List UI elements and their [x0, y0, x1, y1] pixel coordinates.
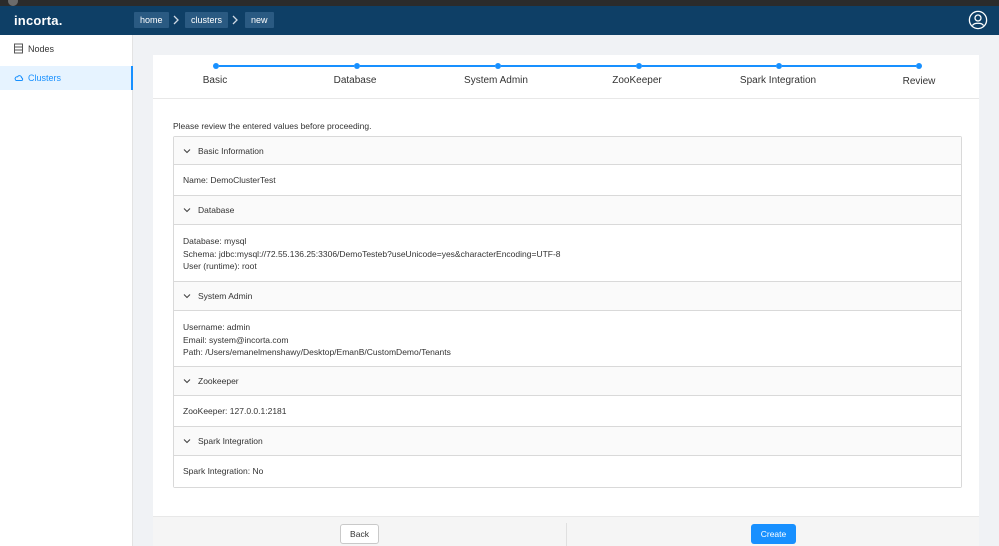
sidebar: Nodes Clusters [0, 35, 133, 546]
section-body-system-admin: Username: admin Email: system@incorta.co… [174, 311, 961, 367]
step-dot [916, 63, 922, 69]
wizard-footer: Back Create [153, 516, 979, 546]
step-spark-integration[interactable]: Spark Integration [718, 75, 838, 86]
step-connector [782, 65, 916, 67]
wizard-steps: Basic Database System Admin ZooKeeper Sp… [153, 55, 979, 99]
step-database[interactable]: Database [295, 75, 415, 86]
step-dot [213, 63, 219, 69]
review-instructions: Please review the entered values before … [173, 121, 372, 131]
chevron-down-icon [183, 439, 191, 444]
review-value-database: Database: mysql [183, 236, 247, 246]
cluster-wizard-panel: Basic Database System Admin ZooKeeper Sp… [153, 55, 979, 546]
section-body-zookeeper: ZooKeeper: 127.0.0.1:2181 [174, 396, 961, 427]
create-button[interactable]: Create [751, 524, 796, 544]
section-header-zookeeper[interactable]: Zookeeper [174, 367, 961, 396]
review-value-spark-integration: Spark Integration: No [183, 466, 264, 476]
sidebar-item-nodes[interactable]: Nodes [0, 37, 133, 61]
section-title: Database [198, 205, 235, 215]
chevron-right-icon [232, 15, 238, 25]
review-value-path: Path: /Users/emanelmenshawy/Desktop/Eman… [183, 347, 451, 357]
cloud-icon [14, 75, 24, 81]
sidebar-item-clusters[interactable]: Clusters [0, 66, 133, 90]
user-avatar-icon[interactable] [968, 10, 988, 30]
section-header-database[interactable]: Database [174, 196, 961, 225]
step-basic[interactable]: Basic [155, 75, 275, 86]
breadcrumb-clusters[interactable]: clusters [185, 12, 229, 28]
section-header-spark-integration[interactable]: Spark Integration [174, 427, 961, 456]
review-value-email: Email: system@incorta.com [183, 334, 289, 345]
chevron-down-icon [183, 379, 191, 384]
sidebar-item-label: Clusters [28, 73, 62, 83]
section-body-spark-integration: Spark Integration: No [174, 456, 961, 487]
chevron-right-icon [173, 15, 179, 25]
chevron-down-icon [183, 208, 191, 213]
section-body-basic-information: Name: DemoClusterTest [174, 165, 961, 196]
server-icon [14, 43, 23, 54]
sidebar-item-label: Nodes [28, 44, 55, 54]
step-dot [776, 63, 782, 69]
breadcrumb-new[interactable]: new [245, 12, 274, 28]
section-title: Zookeeper [198, 376, 239, 386]
step-zookeeper[interactable]: ZooKeeper [577, 75, 697, 86]
section-title: Spark Integration [198, 436, 263, 446]
step-connector [219, 65, 354, 67]
step-connector [360, 65, 495, 67]
app-header: incorta. home clusters new [0, 6, 999, 35]
section-header-basic-information[interactable]: Basic Information [174, 137, 961, 165]
footer-divider [566, 523, 567, 546]
chevron-down-icon [183, 148, 191, 153]
section-title: Basic Information [198, 146, 264, 156]
breadcrumb-home[interactable]: home [134, 12, 169, 28]
incorta-logo[interactable]: incorta. [14, 13, 63, 28]
step-dot [636, 63, 642, 69]
step-dot [354, 63, 360, 69]
chevron-down-icon [183, 294, 191, 299]
step-dot [495, 63, 501, 69]
review-collapse: Basic Information Name: DemoClusterTest … [173, 136, 962, 488]
step-connector [501, 65, 636, 67]
review-value-username: Username: admin [183, 322, 251, 332]
section-title: System Admin [198, 291, 253, 301]
review-value-zookeeper: ZooKeeper: 127.0.0.1:2181 [183, 406, 287, 416]
step-system-admin[interactable]: System Admin [436, 75, 556, 86]
review-value-user: User (runtime): root [183, 261, 257, 271]
section-header-system-admin[interactable]: System Admin [174, 282, 961, 311]
back-button[interactable]: Back [340, 524, 379, 544]
step-connector [642, 65, 776, 67]
step-review[interactable]: Review [859, 76, 979, 87]
review-value-name: Name: DemoClusterTest [183, 175, 276, 185]
review-value-schema: Schema: jdbc:mysql://72.55.136.25:3306/D… [183, 248, 561, 259]
section-body-database: Database: mysql Schema: jdbc:mysql://72.… [174, 225, 961, 282]
